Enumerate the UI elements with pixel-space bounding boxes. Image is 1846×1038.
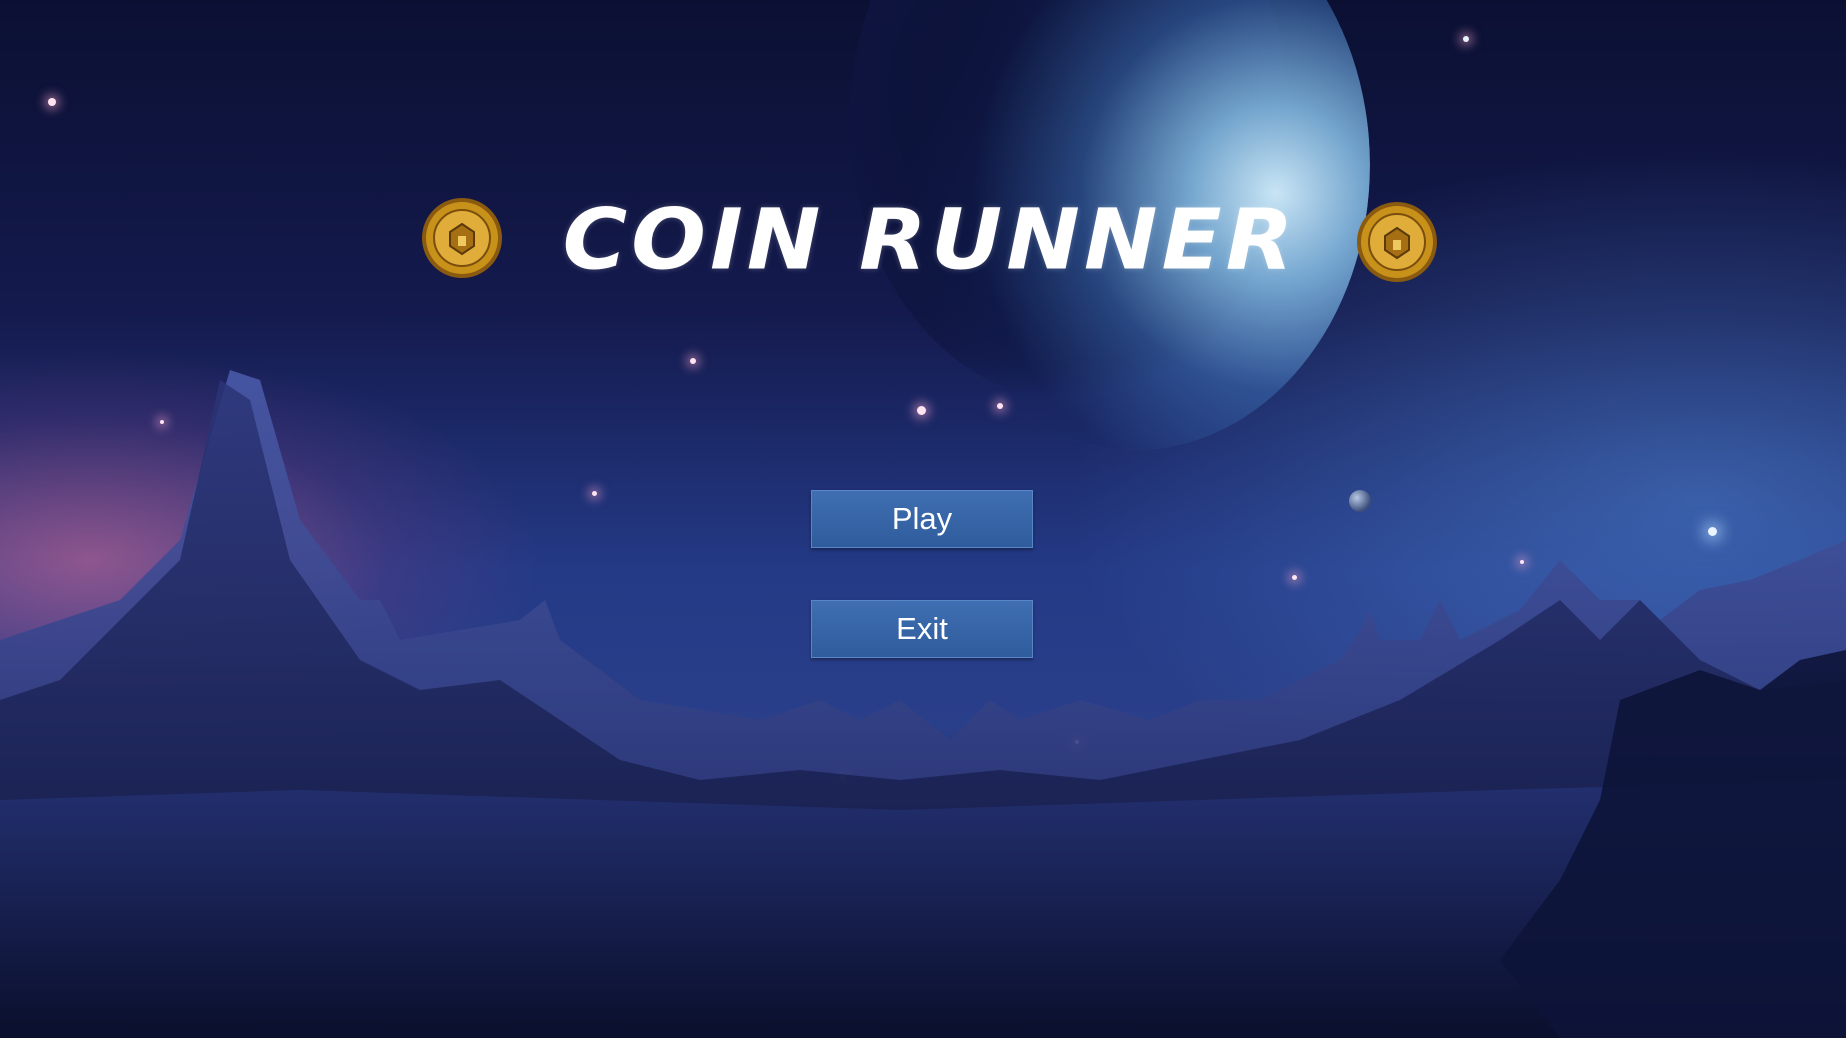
main-menu-screen: COIN RUNNER Play Exit xyxy=(0,0,1846,1038)
exit-button[interactable]: Exit xyxy=(811,600,1033,658)
title-container: COIN RUNNER xyxy=(420,190,1440,290)
play-button[interactable]: Play xyxy=(811,490,1033,548)
game-title: COIN RUNNER xyxy=(562,190,1298,289)
gold-coin-icon xyxy=(1357,202,1437,282)
